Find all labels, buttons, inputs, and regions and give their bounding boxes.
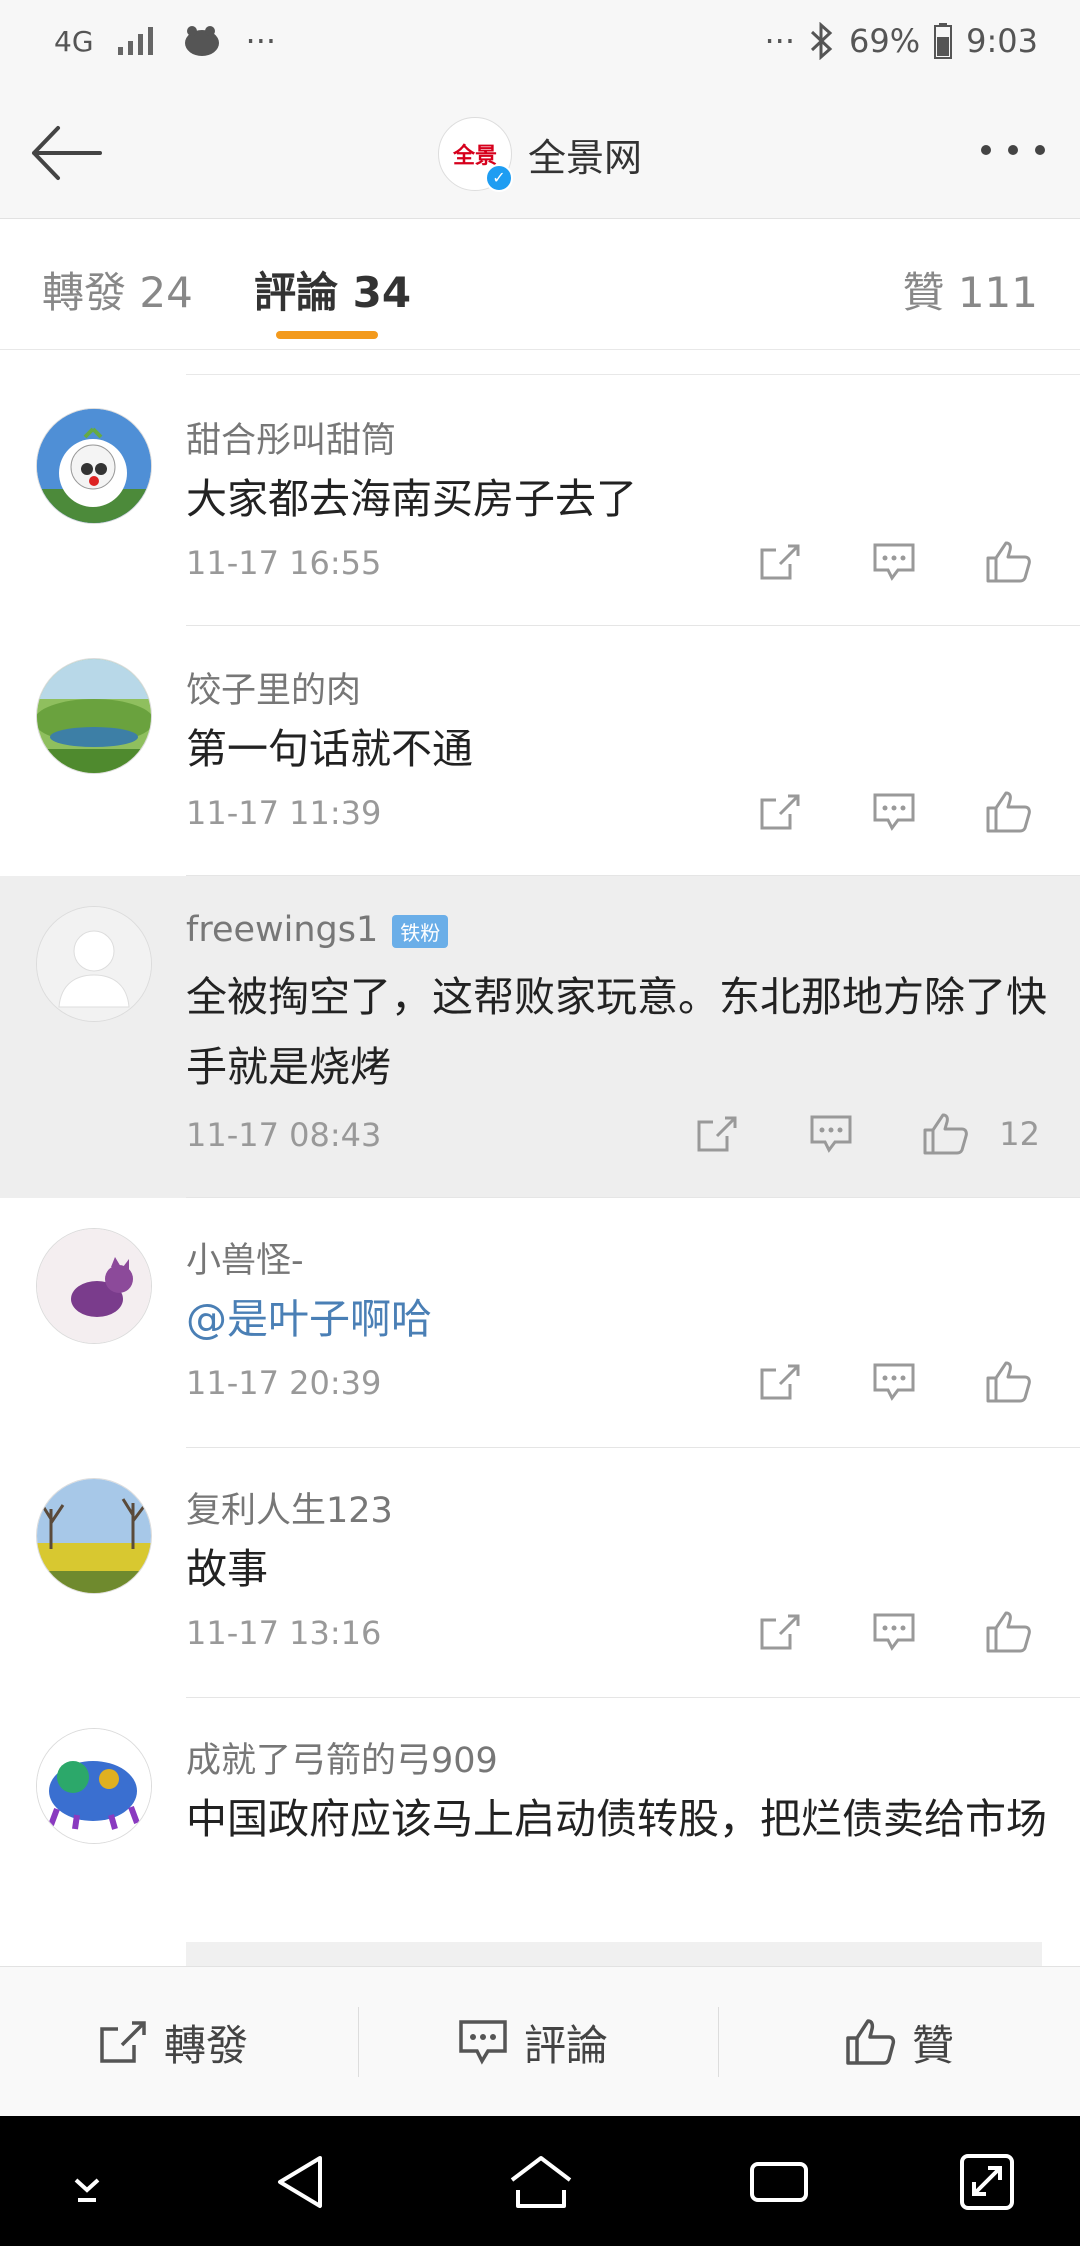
like-icon[interactable]	[976, 1604, 1040, 1660]
reply-icon[interactable]	[862, 1354, 926, 1410]
comment-item[interactable]: 甜合彤叫甜筒 大家都去海南买房子去了 11-17 16:55	[0, 376, 1080, 626]
comment-item-highlighted[interactable]: freewings1 铁粉 全被掏空了，这帮败家玩意。东北那地方除了快手就是烧烤 …	[0, 876, 1080, 1198]
username[interactable]: 甜合彤叫甜筒	[186, 412, 396, 463]
comment-actions: 12	[685, 1106, 1040, 1162]
tab-reposts[interactable]: 轉發 24	[42, 259, 193, 320]
comment-label: 評論	[524, 2020, 609, 2070]
timestamp: 11-17 08:43	[186, 1116, 382, 1154]
timestamp: 11-17 11:39	[186, 794, 382, 832]
comment-text: 大家都去海南买房子去了	[186, 475, 637, 523]
back-nav-icon[interactable]	[266, 2150, 336, 2214]
comment-item[interactable]: 饺子里的肉 第一句话就不通 11-17 11:39	[0, 626, 1080, 876]
status-bar: 4G ··· ··· 69% 9:03	[0, 0, 1080, 92]
comment-actions	[748, 784, 1040, 840]
username[interactable]: 复利人生123	[186, 1482, 393, 1533]
nested-reply-preview	[186, 1942, 1042, 1966]
repost-label: 轉發	[164, 2020, 249, 2070]
recent-apps-icon[interactable]	[744, 2150, 814, 2214]
list-divider	[186, 374, 1080, 375]
battery-percent: 69%	[849, 22, 921, 60]
timestamp: 11-17 13:16	[186, 1614, 382, 1652]
tab-likes[interactable]: 贊 111	[902, 259, 1038, 320]
signal-icon	[117, 27, 153, 55]
comment-item[interactable]: 小兽怪- @是叶子啊哈 11-17 20:39	[0, 1198, 1080, 1448]
comment-text: 中国政府应该马上启动债转股，把烂债卖给市场	[186, 1795, 1047, 1843]
reply-icon[interactable]	[862, 1604, 926, 1660]
like-button[interactable]: 贊	[844, 1967, 954, 2117]
timestamp: 11-17 16:55	[186, 544, 382, 582]
expand-icon[interactable]	[952, 2150, 1022, 2214]
back-arrow-icon[interactable]	[28, 118, 108, 188]
account-avatar[interactable]: 全景 ✓	[438, 117, 513, 192]
avatar[interactable]	[36, 1478, 152, 1594]
avatar[interactable]	[36, 408, 152, 524]
network-label: 4G	[54, 24, 94, 58]
default-avatar-icon[interactable]	[36, 906, 152, 1022]
username[interactable]: 成就了弓箭的弓909	[186, 1732, 498, 1783]
comment-button[interactable]: 評論	[458, 1967, 608, 2117]
comment-text: 第一句话就不通	[186, 725, 473, 773]
like-count: 12	[999, 1115, 1040, 1153]
reply-icon[interactable]	[862, 784, 926, 840]
account-name[interactable]: 全景网	[528, 127, 642, 182]
fan-badge: 铁粉	[392, 914, 449, 948]
tab-comments[interactable]: 評論 34	[254, 259, 411, 320]
verified-icon: ✓	[485, 164, 513, 192]
share-icon[interactable]	[748, 784, 812, 840]
comment-item[interactable]: 成就了弓箭的弓909 中国政府应该马上启动债转股，把烂债卖给市场	[0, 1698, 1080, 1966]
comment-text: 全被掏空了，这帮败家玩意。东北那地方除了快手就是烧烤	[186, 973, 1047, 1091]
username[interactable]: 小兽怪-	[186, 1232, 304, 1283]
comment-actions	[748, 1354, 1040, 1410]
username[interactable]: freewings1	[186, 910, 378, 950]
active-tab-indicator	[276, 331, 378, 339]
app-notification-icon	[184, 26, 219, 56]
mention-link[interactable]: @是叶子啊哈	[186, 1284, 1056, 1354]
separator	[358, 2007, 359, 2077]
system-navigation-bar	[0, 2116, 1080, 2246]
home-icon[interactable]	[506, 2150, 576, 2214]
avatar[interactable]	[36, 1728, 152, 1844]
logo-text: 全景	[452, 144, 497, 169]
username[interactable]: 饺子里的肉	[186, 662, 361, 713]
comment-actions	[748, 1604, 1040, 1660]
comment-icon	[459, 2020, 507, 2065]
clock: 9:03	[966, 22, 1038, 60]
like-icon[interactable]	[913, 1106, 977, 1162]
timestamp: 11-17 20:39	[186, 1364, 382, 1402]
share-icon[interactable]	[685, 1106, 749, 1162]
repost-button[interactable]: 轉發	[98, 1967, 248, 2117]
comment-actions	[748, 534, 1040, 590]
hide-keyboard-icon[interactable]	[52, 2150, 122, 2214]
bottom-action-bar: 轉發 評論 贊	[0, 1966, 1080, 2117]
status-overflow-right: ···	[764, 22, 796, 60]
bluetooth-icon	[810, 22, 833, 60]
like-icon[interactable]	[976, 784, 1040, 840]
more-options-icon[interactable]	[978, 130, 1048, 170]
share-icon[interactable]	[748, 534, 812, 590]
separator	[718, 2007, 719, 2077]
like-icon[interactable]	[976, 534, 1040, 590]
status-overflow-left: ···	[245, 22, 277, 60]
battery-icon	[934, 23, 953, 59]
reply-icon[interactable]	[862, 534, 926, 590]
username-row: freewings1 铁粉	[186, 910, 449, 950]
like-icon	[846, 2019, 896, 2065]
reply-icon[interactable]	[799, 1106, 863, 1162]
comment-item[interactable]: 复利人生123 故事 11-17 13:16	[0, 1448, 1080, 1698]
repost-icon	[100, 2021, 146, 2063]
account-header[interactable]: 全景 ✓ 全景网	[438, 116, 642, 192]
tab-bar: 轉發 24 評論 34 贊 111	[0, 219, 1080, 350]
share-icon[interactable]	[748, 1604, 812, 1660]
top-nav-bar: 全景 ✓ 全景网	[0, 92, 1080, 219]
comment-text: 故事	[186, 1545, 268, 1593]
like-icon[interactable]	[976, 1354, 1040, 1410]
share-icon[interactable]	[748, 1354, 812, 1410]
like-label: 贊	[912, 2020, 955, 2070]
avatar[interactable]	[36, 658, 152, 774]
avatar[interactable]	[36, 1228, 152, 1344]
